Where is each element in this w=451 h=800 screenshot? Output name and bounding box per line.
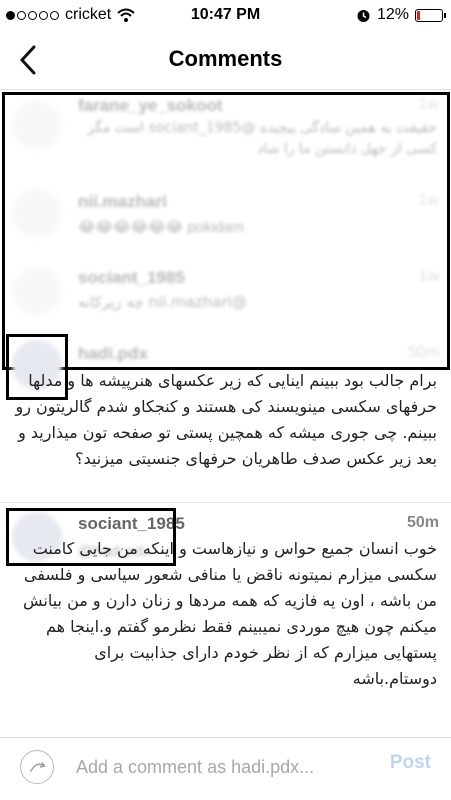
status-right: 12% — [356, 6, 446, 24]
status-bar: cricket 10:47 PM 12% — [0, 0, 451, 30]
highlight-box — [2, 92, 450, 370]
comment-text: برام جالب بود ببینم اینایی که زیر عکسهای… — [15, 371, 437, 468]
comment-time: 50m — [407, 344, 439, 361]
battery-percent: 12% — [376, 6, 409, 23]
alarm-icon — [357, 9, 370, 22]
post-button[interactable]: Post — [390, 752, 431, 774]
divider — [0, 502, 451, 503]
comment-input[interactable] — [76, 752, 356, 782]
comment-time: 50m — [406, 514, 439, 531]
highlight-box — [6, 508, 176, 566]
battery-icon — [415, 8, 446, 22]
comment-composer: Post — [0, 737, 451, 800]
camera-icon[interactable] — [20, 750, 54, 784]
comment-username[interactable]: hadi.pdx — [78, 344, 148, 364]
page-title: Comments — [168, 46, 283, 71]
nav-bar: Comments — [0, 30, 451, 90]
highlight-box — [6, 334, 68, 400]
